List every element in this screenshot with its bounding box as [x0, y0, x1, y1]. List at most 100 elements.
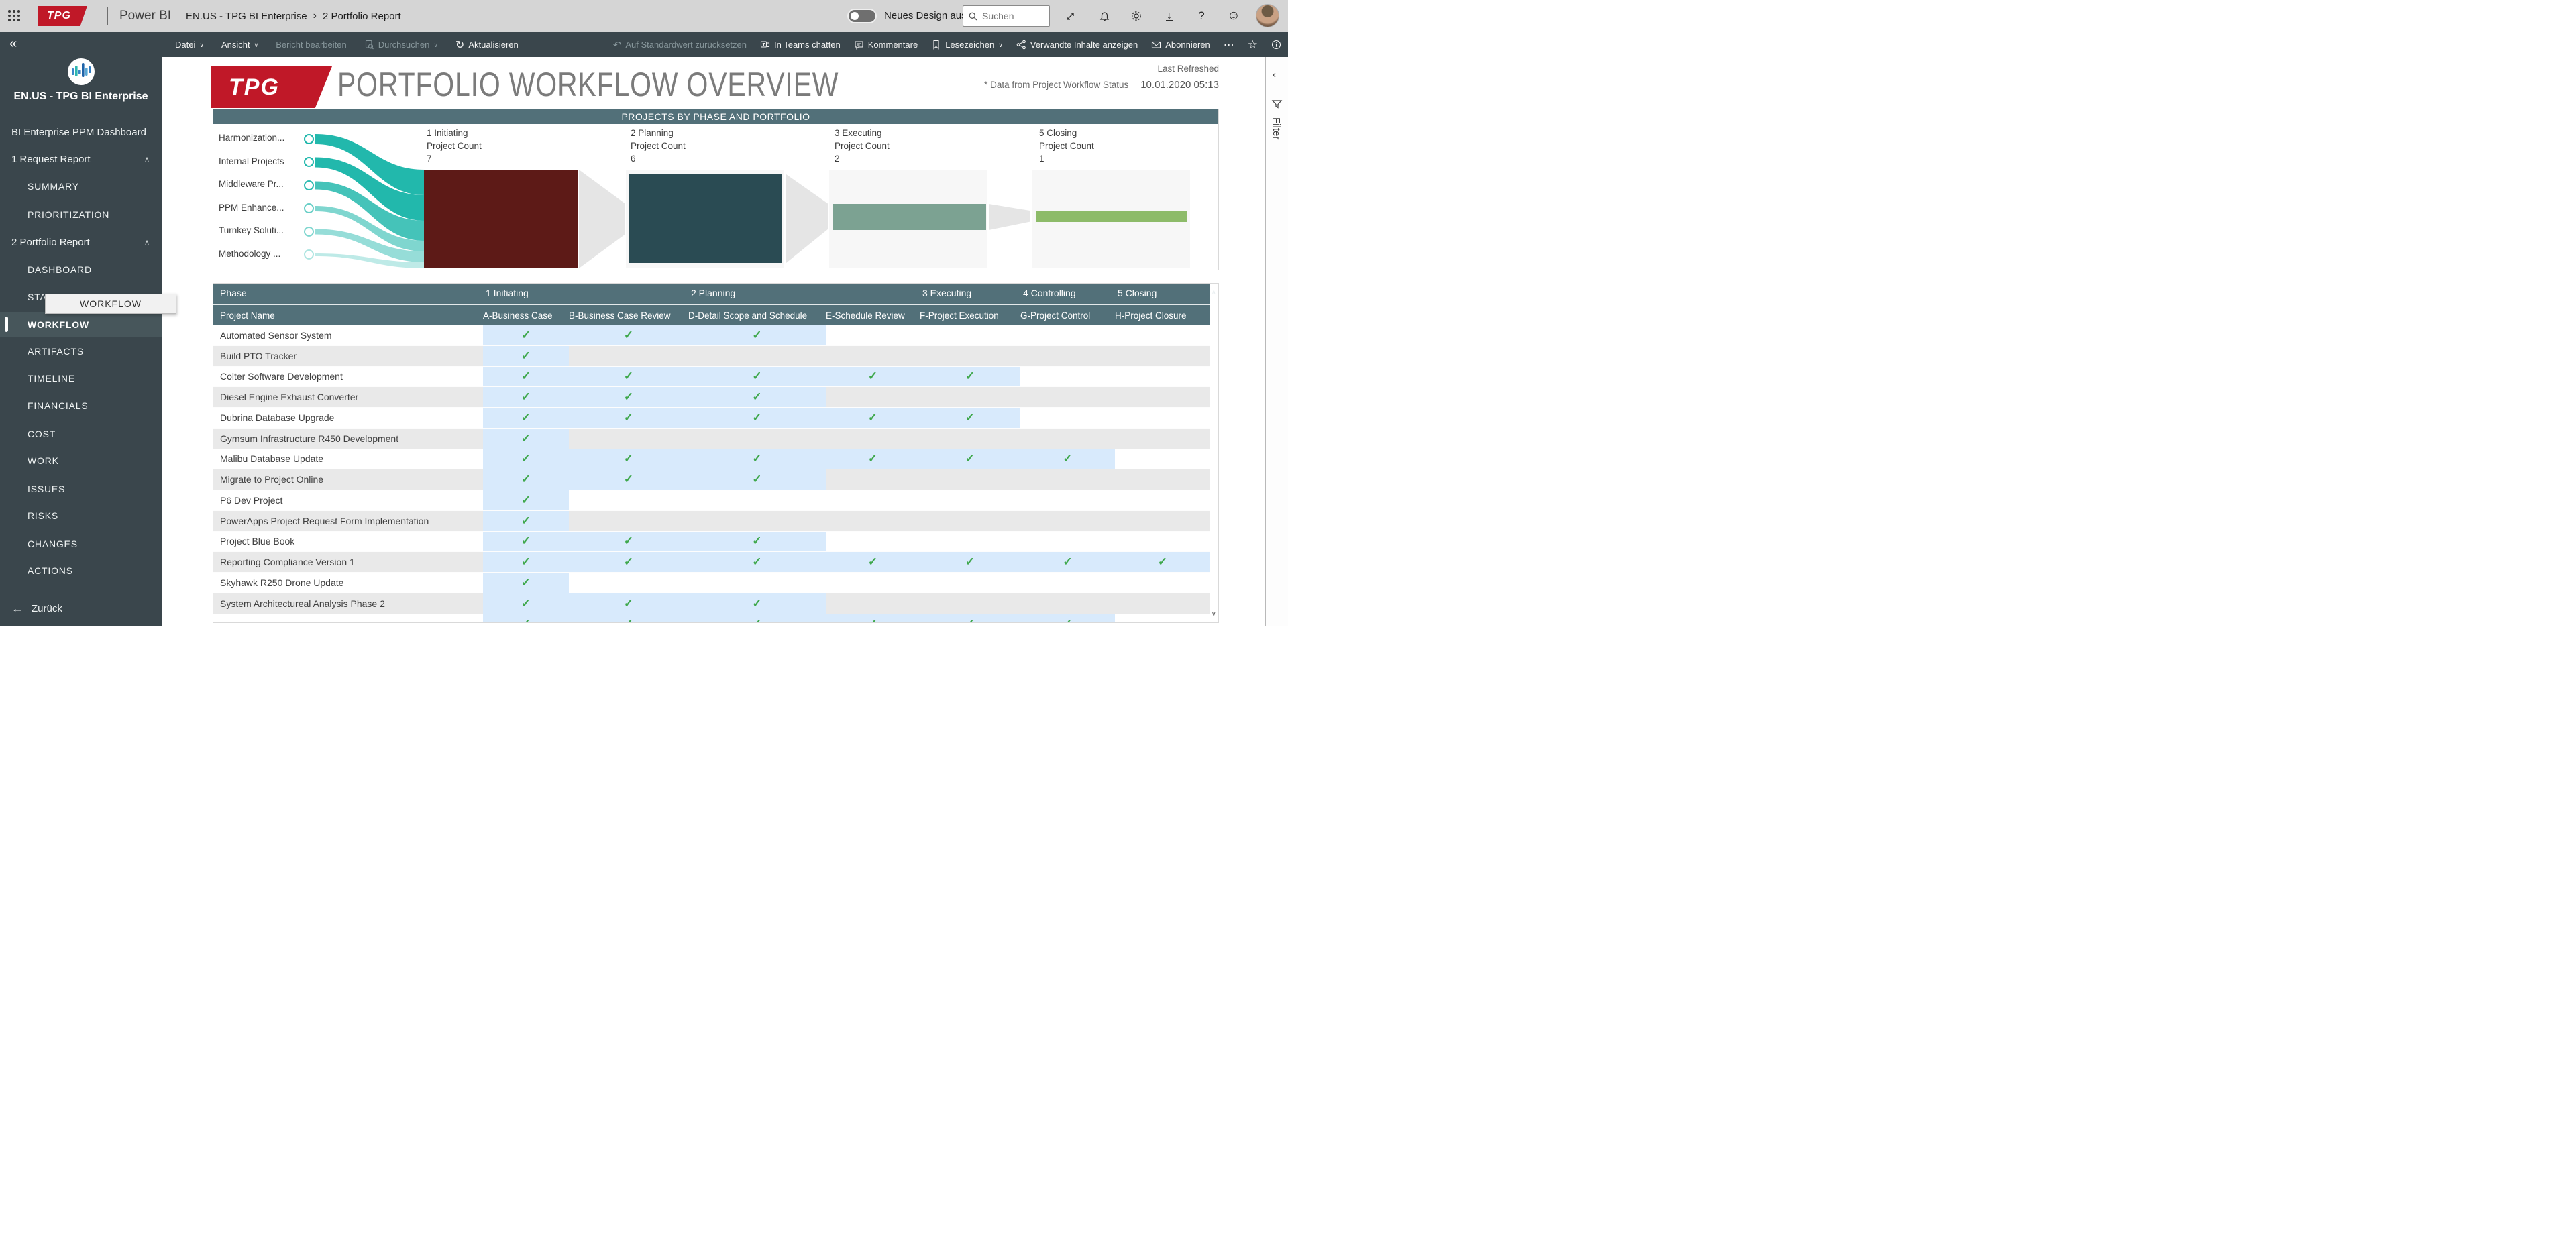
- refresh-button[interactable]: ↻ Aktualisieren: [455, 38, 519, 52]
- workflow-step-cell: ✓: [483, 469, 569, 490]
- sidebar-item-workflow-active[interactable]: WORKFLOW: [0, 312, 162, 337]
- workflow-step-cell: [1020, 346, 1115, 366]
- table-row[interactable]: ✓ ✓ ✓ ✓ ✓ ✓: [213, 614, 1210, 622]
- subscribe-button[interactable]: Abonnieren: [1151, 40, 1210, 50]
- workflow-step-cell: ✓: [569, 387, 688, 407]
- breadcrumb-workspace[interactable]: EN.US - TPG BI Enterprise: [186, 11, 307, 22]
- funnel-bar-planning[interactable]: [629, 174, 782, 263]
- sidebar-item-risks[interactable]: RISKS: [0, 506, 162, 526]
- phase-group-header[interactable]: 4 Controlling: [1023, 288, 1076, 298]
- related-content-button[interactable]: Verwandte Inhalte anzeigen: [1016, 40, 1138, 50]
- workflow-table-visual[interactable]: Phase 1 Initiating 2 Planning 3 Executin…: [213, 283, 1219, 623]
- filter-panel-label[interactable]: Filter: [1271, 117, 1282, 139]
- user-avatar[interactable]: [1256, 4, 1279, 27]
- table-row[interactable]: Dubrina Database Upgrade ✓ ✓ ✓ ✓ ✓: [213, 408, 1210, 429]
- expand-filters-chevron-icon[interactable]: ‹: [1273, 69, 1276, 80]
- check-icon: ✓: [1063, 452, 1073, 465]
- step-col-header[interactable]: H-Project Closure: [1115, 305, 1210, 325]
- funnel-visual[interactable]: PROJECTS BY PHASE AND PORTFOLIO Harmoniz…: [213, 109, 1219, 270]
- favorite-star-icon[interactable]: ☆: [1248, 38, 1258, 52]
- funnel-bar-closing[interactable]: [1036, 211, 1187, 222]
- sidebar-item-summary[interactable]: SUMMARY: [0, 176, 162, 196]
- sidebar-item-actions[interactable]: ACTIONS: [0, 561, 162, 581]
- bookmarks-menu[interactable]: Lesezeichen ∨: [931, 40, 1003, 50]
- file-menu[interactable]: Datei ∨: [175, 40, 204, 50]
- table-row[interactable]: P6 Dev Project ✓: [213, 490, 1210, 511]
- table-row[interactable]: PowerApps Project Request Form Implement…: [213, 510, 1210, 532]
- waffle-menu-icon[interactable]: [8, 10, 20, 21]
- table-row[interactable]: Skyhawk R250 Drone Update ✓: [213, 573, 1210, 593]
- project-name-cell: Migrate to Project Online: [220, 474, 324, 486]
- step-col-header[interactable]: G-Project Control: [1020, 305, 1115, 325]
- chevron-up-icon: ∧: [144, 155, 150, 164]
- table-row[interactable]: Build PTO Tracker ✓: [213, 345, 1210, 367]
- table-row[interactable]: Malibu Database Update ✓ ✓ ✓ ✓ ✓ ✓: [213, 449, 1210, 470]
- comments-button[interactable]: Kommentare: [854, 40, 918, 50]
- more-options-button[interactable]: ⋯: [1224, 38, 1234, 52]
- phase-group-header[interactable]: 2 Planning: [691, 288, 735, 298]
- expand-icon[interactable]: [1062, 8, 1078, 24]
- undo-icon: ↶: [612, 39, 622, 51]
- table-row[interactable]: Project Blue Book ✓ ✓ ✓: [213, 531, 1210, 553]
- scroll-up-icon[interactable]: ∧: [1212, 289, 1216, 296]
- sidebar-item-prioritization[interactable]: PRIORITIZATION: [0, 205, 162, 225]
- funnel-bar-initiating[interactable]: [424, 170, 578, 268]
- step-col-header[interactable]: A-Business Case: [483, 305, 569, 325]
- feedback-smiley-icon[interactable]: ☺: [1226, 8, 1242, 24]
- back-button[interactable]: ← Zurück: [0, 598, 162, 618]
- phase-group-header[interactable]: 5 Closing: [1118, 288, 1157, 298]
- portfolio-label[interactable]: Internal Projects: [219, 156, 305, 166]
- search-input[interactable]: [982, 11, 1041, 21]
- portfolio-label[interactable]: Middleware Pr...: [219, 179, 305, 189]
- name-col-header[interactable]: Project Name: [213, 305, 483, 325]
- view-menu[interactable]: Ansicht ∨: [221, 40, 258, 50]
- portfolio-label[interactable]: Harmonization...: [219, 133, 305, 143]
- step-col-header[interactable]: E-Schedule Review: [826, 305, 920, 325]
- portfolio-label[interactable]: Methodology ...: [219, 249, 305, 259]
- sidebar-item-financials[interactable]: FINANCIALS: [0, 396, 162, 416]
- table-row[interactable]: Reporting Compliance Version 1 ✓ ✓ ✓ ✓ ✓ ✓ ✓: [213, 552, 1210, 573]
- phase-group-header[interactable]: 3 Executing: [922, 288, 971, 298]
- notifications-bell-icon[interactable]: [1096, 8, 1112, 24]
- workflow-step-cell: ✓: [483, 552, 569, 572]
- teams-chat-button[interactable]: In Teams chatten: [760, 40, 841, 50]
- sidebar-item-artifacts[interactable]: ARTIFACTS: [0, 341, 162, 361]
- help-icon[interactable]: ?: [1193, 8, 1210, 24]
- download-icon[interactable]: ↓: [1161, 8, 1177, 24]
- scroll-down-icon[interactable]: ∨: [1212, 610, 1216, 618]
- step-col-header[interactable]: F-Project Execution: [920, 305, 1020, 325]
- step-col-header[interactable]: B-Business Case Review: [569, 305, 688, 325]
- table-row[interactable]: System Architectureal Analysis Phase 2 ✓ ✓…: [213, 593, 1210, 614]
- sidebar-item-issues[interactable]: ISSUES: [0, 479, 162, 499]
- workflow-step-cell: ✓: [569, 449, 688, 469]
- step-col-header[interactable]: D-Detail Scope and Schedule: [688, 305, 826, 325]
- sidebar-item-dashboard-link[interactable]: BI Enterprise PPM Dashboard: [0, 122, 162, 142]
- sidebar-item-timeline[interactable]: TIMELINE: [0, 368, 162, 388]
- funnel-bar-executing[interactable]: [833, 204, 986, 230]
- sidebar-collapse-icon[interactable]: «: [9, 36, 17, 52]
- sidebar-item-dashboard[interactable]: DASHBOARD: [0, 260, 162, 280]
- workflow-step-cell: ✓: [569, 408, 688, 428]
- sidebar-item-work[interactable]: WORK: [0, 451, 162, 471]
- table-row[interactable]: Migrate to Project Online ✓ ✓ ✓: [213, 469, 1210, 490]
- portfolio-label[interactable]: Turnkey Soluti...: [219, 225, 305, 235]
- sidebar-item-cost[interactable]: COST: [0, 424, 162, 444]
- new-design-toggle[interactable]: [849, 10, 875, 22]
- info-icon[interactable]: [1271, 40, 1281, 50]
- table-row[interactable]: Gymsum Infrastructure R450 Development ✓: [213, 428, 1210, 449]
- new-design-label: Neues Design aus: [884, 10, 967, 21]
- settings-gear-icon[interactable]: [1128, 8, 1144, 24]
- portfolio-label[interactable]: PPM Enhance...: [219, 203, 305, 213]
- workflow-step-cell: [569, 490, 688, 510]
- check-icon: ✓: [752, 369, 762, 383]
- table-row[interactable]: Diesel Engine Exhaust Converter ✓ ✓ ✓: [213, 387, 1210, 408]
- phase-group-header[interactable]: 1 Initiating: [486, 288, 529, 298]
- filter-funnel-icon[interactable]: [1271, 99, 1283, 113]
- sidebar-section-portfolio-report[interactable]: 2 Portfolio Report ∧: [0, 232, 162, 252]
- sidebar-item-changes[interactable]: CHANGES: [0, 534, 162, 554]
- search-box[interactable]: [963, 5, 1050, 27]
- sidebar-section-request-report[interactable]: 1 Request Report ∧: [0, 149, 162, 169]
- workflow-step-cell: ✓: [826, 449, 920, 469]
- table-row[interactable]: Automated Sensor System ✓ ✓ ✓: [213, 325, 1210, 346]
- table-row[interactable]: Colter Software Development ✓ ✓ ✓ ✓ ✓: [213, 366, 1210, 388]
